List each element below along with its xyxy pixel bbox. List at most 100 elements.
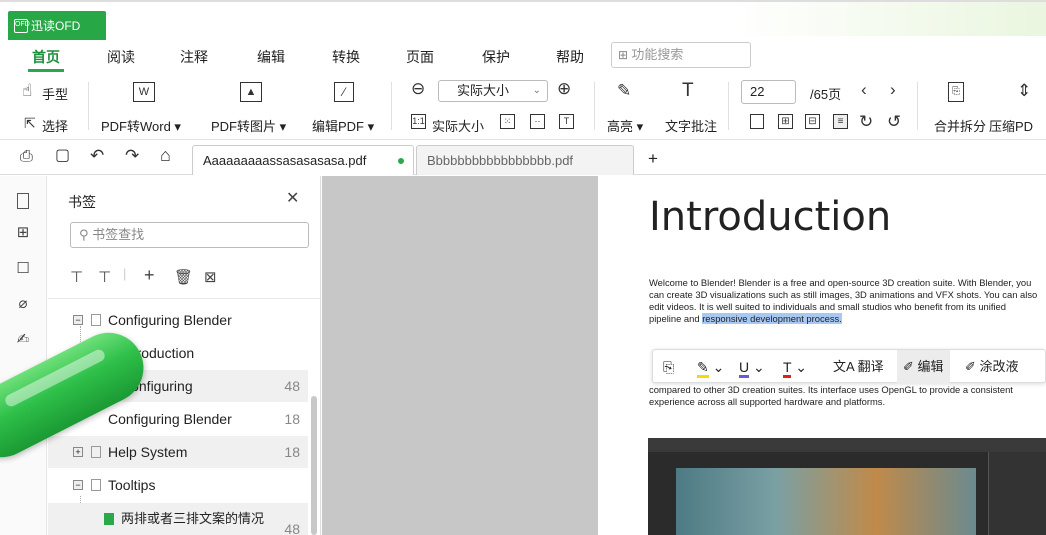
- ribbon-toolbar: ☝ 手型 ⇱ 选择 W PDF转Word ▾ ▲ PDF转图片 ▾ ⁄ 编辑PD…: [0, 74, 1046, 140]
- add-bookmark-icon[interactable]: +: [144, 265, 155, 286]
- bookmark-icon: [91, 446, 101, 458]
- tab-home[interactable]: 首页: [28, 38, 64, 72]
- delete-all-icon[interactable]: ⊠: [204, 268, 217, 286]
- hand-tool-label[interactable]: 手型: [42, 84, 68, 103]
- signature-icon[interactable]: ✍: [14, 331, 32, 349]
- continuous-scroll-icon[interactable]: ≡: [833, 114, 848, 129]
- fit-visible-icon[interactable]: T: [559, 114, 574, 129]
- correction-fluid-button[interactable]: ✐ 涂改液: [965, 350, 1019, 384]
- bookmark-search-input[interactable]: ⚲ 书签查找: [70, 222, 309, 248]
- zoom-in-icon[interactable]: ⊕: [557, 80, 571, 98]
- rotate-clockwise-icon[interactable]: ↻: [859, 113, 873, 131]
- add-child-bookmark-icon[interactable]: ⊤: [70, 268, 83, 286]
- document-tab-title: Bbbbbbbbbbbbbbbbb.pdf: [427, 153, 574, 168]
- thumbnails-icon[interactable]: ⊞: [14, 224, 32, 242]
- merge-split-button[interactable]: 合并拆分: [934, 116, 986, 135]
- panel-scrollbar[interactable]: [311, 396, 317, 535]
- two-page-icon[interactable]: ⊞: [778, 114, 793, 129]
- collapse-icon[interactable]: −: [73, 480, 83, 490]
- comments-icon[interactable]: ☐: [14, 260, 32, 278]
- fit-width-icon[interactable]: ··: [530, 114, 545, 129]
- app-name: 迅读OFD: [31, 19, 81, 33]
- fit-page-icon[interactable]: ⁙: [500, 114, 515, 129]
- new-tab-button[interactable]: +: [648, 149, 658, 169]
- edit-pdf-icon[interactable]: ⁄: [334, 82, 354, 102]
- bookmark-item[interactable]: − Tooltips: [48, 469, 308, 501]
- book-view-icon[interactable]: ⊟: [805, 114, 820, 129]
- separator: [88, 82, 89, 130]
- add-sibling-bookmark-icon[interactable]: ⊤: [98, 268, 111, 286]
- app-window: OFD 迅读OFD 首页 阅读 注释 编辑 转换 页面 保护 帮助 ⊞ 功能搜索…: [0, 0, 1046, 535]
- text-comment-icon[interactable]: T: [682, 81, 694, 100]
- compress-icon[interactable]: ⇕: [1017, 82, 1031, 100]
- redo-icon[interactable]: ↷: [125, 147, 139, 165]
- print-icon[interactable]: ⎙: [20, 148, 33, 166]
- single-page-icon[interactable]: [750, 114, 764, 129]
- translate-button[interactable]: 文A 翻译: [833, 350, 884, 384]
- select-tool-label[interactable]: 选择: [42, 116, 68, 135]
- close-icon[interactable]: ✕: [286, 188, 299, 208]
- separator: [917, 82, 918, 130]
- merge-split-icon[interactable]: ⎘: [948, 82, 964, 102]
- prev-page-icon[interactable]: ‹: [861, 81, 867, 99]
- actual-size-button[interactable]: 实际大小: [432, 116, 484, 135]
- next-page-icon[interactable]: ›: [890, 81, 896, 99]
- home-icon[interactable]: ⌂: [160, 146, 171, 164]
- hand-icon[interactable]: ☝: [22, 82, 32, 100]
- zoom-out-icon[interactable]: ⊖: [411, 80, 425, 98]
- bookmark-item[interactable]: − Configuring Blender: [48, 304, 308, 336]
- menu-bar: 首页 阅读 注释 编辑 转换 页面 保护 帮助 ⊞ 功能搜索: [0, 38, 1046, 72]
- cursor-icon[interactable]: ⇱: [24, 114, 36, 132]
- tab-read[interactable]: 阅读: [107, 38, 135, 72]
- page-number-input[interactable]: 22: [741, 80, 796, 104]
- feature-search-input[interactable]: ⊞ 功能搜索: [611, 42, 751, 68]
- copy-icon[interactable]: ⎘: [663, 350, 674, 384]
- tab-annotate[interactable]: 注释: [180, 38, 208, 72]
- underline-icon[interactable]: U ⌄: [739, 350, 765, 384]
- selection-toolbar: ⎘ ✎ ⌄ U ⌄ T ⌄ 文A 翻译 ✐ 编辑 ✐ 涂改液: [652, 349, 1046, 384]
- bookmark-icon: [91, 314, 101, 326]
- tab-edit[interactable]: 编辑: [257, 38, 285, 72]
- highlight-pen-icon[interactable]: ✎: [617, 82, 631, 100]
- actual-size-icon[interactable]: 1:1: [411, 114, 426, 129]
- page-gap: [322, 176, 598, 535]
- app-tab[interactable]: OFD 迅读OFD: [8, 11, 106, 40]
- expand-icon[interactable]: +: [73, 447, 83, 457]
- tab-protect[interactable]: 保护: [482, 38, 510, 72]
- tab-page[interactable]: 页面: [406, 38, 434, 72]
- highlight-button[interactable]: 高亮 ▾: [607, 116, 643, 135]
- embedded-image-sidebar: [988, 452, 1046, 535]
- pen-icon: ✐: [903, 359, 918, 374]
- selected-text[interactable]: responsive development process.: [702, 313, 842, 324]
- document-tab-title: Aaaaaaaaassasasasasa.pdf: [203, 153, 367, 168]
- tab-convert[interactable]: 转换: [332, 38, 360, 72]
- undo-icon[interactable]: ↶: [90, 147, 104, 165]
- document-tab-active[interactable]: Aaaaaaaaassasasasasa.pdf: [192, 145, 414, 175]
- highlight-text-icon[interactable]: ✎ ⌄: [697, 350, 724, 384]
- bookmark-icon[interactable]: [17, 193, 29, 209]
- bookmark-item[interactable]: 两排或者三排文案的情况 48: [48, 503, 308, 535]
- save-icon[interactable]: ▢: [55, 147, 70, 165]
- separator: |: [123, 266, 127, 281]
- paragraph[interactable]: compared to other 3D creation suites. It…: [649, 384, 1039, 408]
- tab-help[interactable]: 帮助: [556, 38, 584, 72]
- rotate-counterclockwise-icon[interactable]: ↺: [887, 113, 901, 131]
- pdf-to-image-button[interactable]: PDF转图片 ▾: [211, 116, 286, 135]
- edit-text-button[interactable]: ✐ 编辑: [897, 350, 950, 384]
- zoom-select[interactable]: 实际大小 ⌄: [438, 80, 548, 102]
- pdf-to-word-button[interactable]: PDF转Word ▾: [101, 116, 181, 135]
- delete-icon[interactable]: 🗑: [174, 268, 193, 286]
- bookmark-item[interactable]: + Help System 18: [48, 436, 308, 468]
- document-tab-inactive[interactable]: Bbbbbbbbbbbbbbbbb.pdf: [416, 145, 634, 175]
- pdf-to-word-icon[interactable]: W: [133, 82, 155, 102]
- panel-title: 书签: [68, 194, 96, 210]
- edit-pdf-button[interactable]: 编辑PDF ▾: [312, 116, 374, 135]
- compress-pdf-button[interactable]: 压缩PD: [989, 116, 1033, 135]
- collapse-icon[interactable]: −: [73, 315, 83, 325]
- pdf-to-image-icon[interactable]: ▲: [240, 82, 262, 102]
- strikethrough-icon[interactable]: T ⌄: [783, 350, 807, 384]
- attachment-icon[interactable]: ⌀: [14, 295, 32, 313]
- embedded-image-content: [676, 468, 976, 535]
- text-comment-button[interactable]: 文字批注: [665, 116, 717, 135]
- paragraph[interactable]: Welcome to Blender! Blender is a free an…: [649, 277, 1039, 325]
